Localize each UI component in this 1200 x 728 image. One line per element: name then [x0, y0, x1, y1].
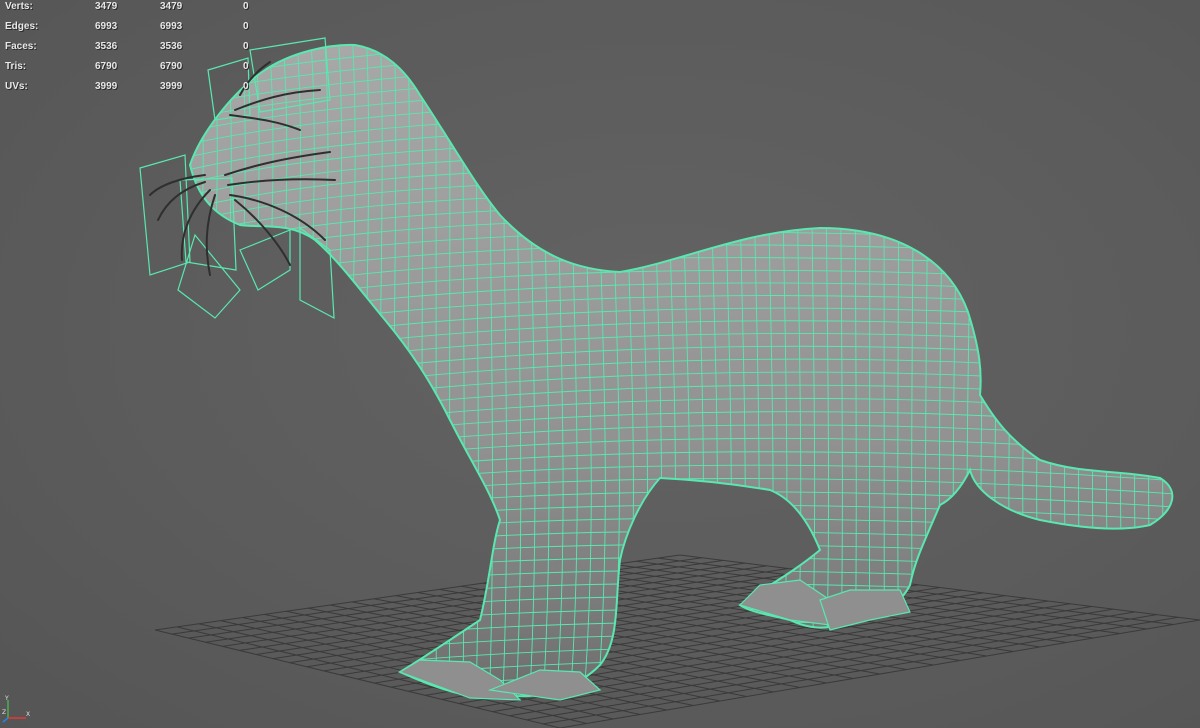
wire-line	[1092, 44, 1104, 697]
hud-value: 3536	[160, 41, 183, 52]
hud-value: 0	[243, 41, 249, 52]
wire-line	[190, 684, 1173, 697]
hud-value: 6790	[160, 61, 183, 72]
wire-line	[190, 44, 194, 697]
hud-value: 6790	[95, 61, 118, 72]
3d-viewport[interactable]: Verts: 3479 3479 0 Edges: 6993 6993 0 Fa…	[0, 0, 1200, 728]
hud-value: 3479	[95, 1, 118, 12]
wire-line	[448, 44, 451, 697]
wire-line	[169, 30, 179, 720]
axis-gizmo: Y Z X	[2, 695, 30, 723]
wire-line	[1008, 44, 1018, 697]
wire-line	[1177, 30, 1186, 720]
z-axis-label: Z	[2, 709, 6, 716]
wire-line	[190, 672, 1173, 697]
hud-label: Edges:	[5, 21, 39, 32]
hud-label: Verts:	[5, 1, 33, 12]
wire-line	[1148, 44, 1159, 697]
hud-value: 0	[243, 61, 249, 72]
hud-value: 3536	[95, 41, 118, 52]
hud-label: Tris:	[5, 61, 27, 72]
hud-value: 0	[243, 81, 249, 92]
wire-line	[1120, 44, 1132, 697]
wire-line	[190, 517, 1173, 565]
hud-value: 0	[243, 1, 249, 12]
hud-value: 0	[243, 21, 249, 32]
grid-line	[658, 557, 1174, 625]
wire-line	[1078, 44, 1090, 697]
hud-value: 6993	[95, 21, 118, 32]
wire-line	[190, 530, 1173, 578]
y-axis-label: Y	[4, 695, 9, 702]
hud-value: 6993	[160, 21, 183, 32]
hud-label: Faces:	[5, 41, 37, 52]
scene-canvas[interactable]	[0, 0, 1200, 728]
grid-line	[559, 619, 1200, 728]
x-axis-label: X	[26, 711, 30, 718]
wire-line	[170, 710, 1190, 728]
floor-grid	[154, 554, 1200, 728]
hud-value: 3999	[95, 81, 118, 92]
grid-line	[526, 614, 1157, 721]
wire-line	[980, 44, 989, 697]
hud-value: 3479	[160, 1, 183, 12]
hud-label: UVs:	[5, 81, 28, 92]
wire-line	[1036, 44, 1047, 697]
grid-line	[543, 616, 1179, 725]
hud-value: 3999	[160, 81, 183, 92]
z-axis-line	[2, 717, 9, 723]
